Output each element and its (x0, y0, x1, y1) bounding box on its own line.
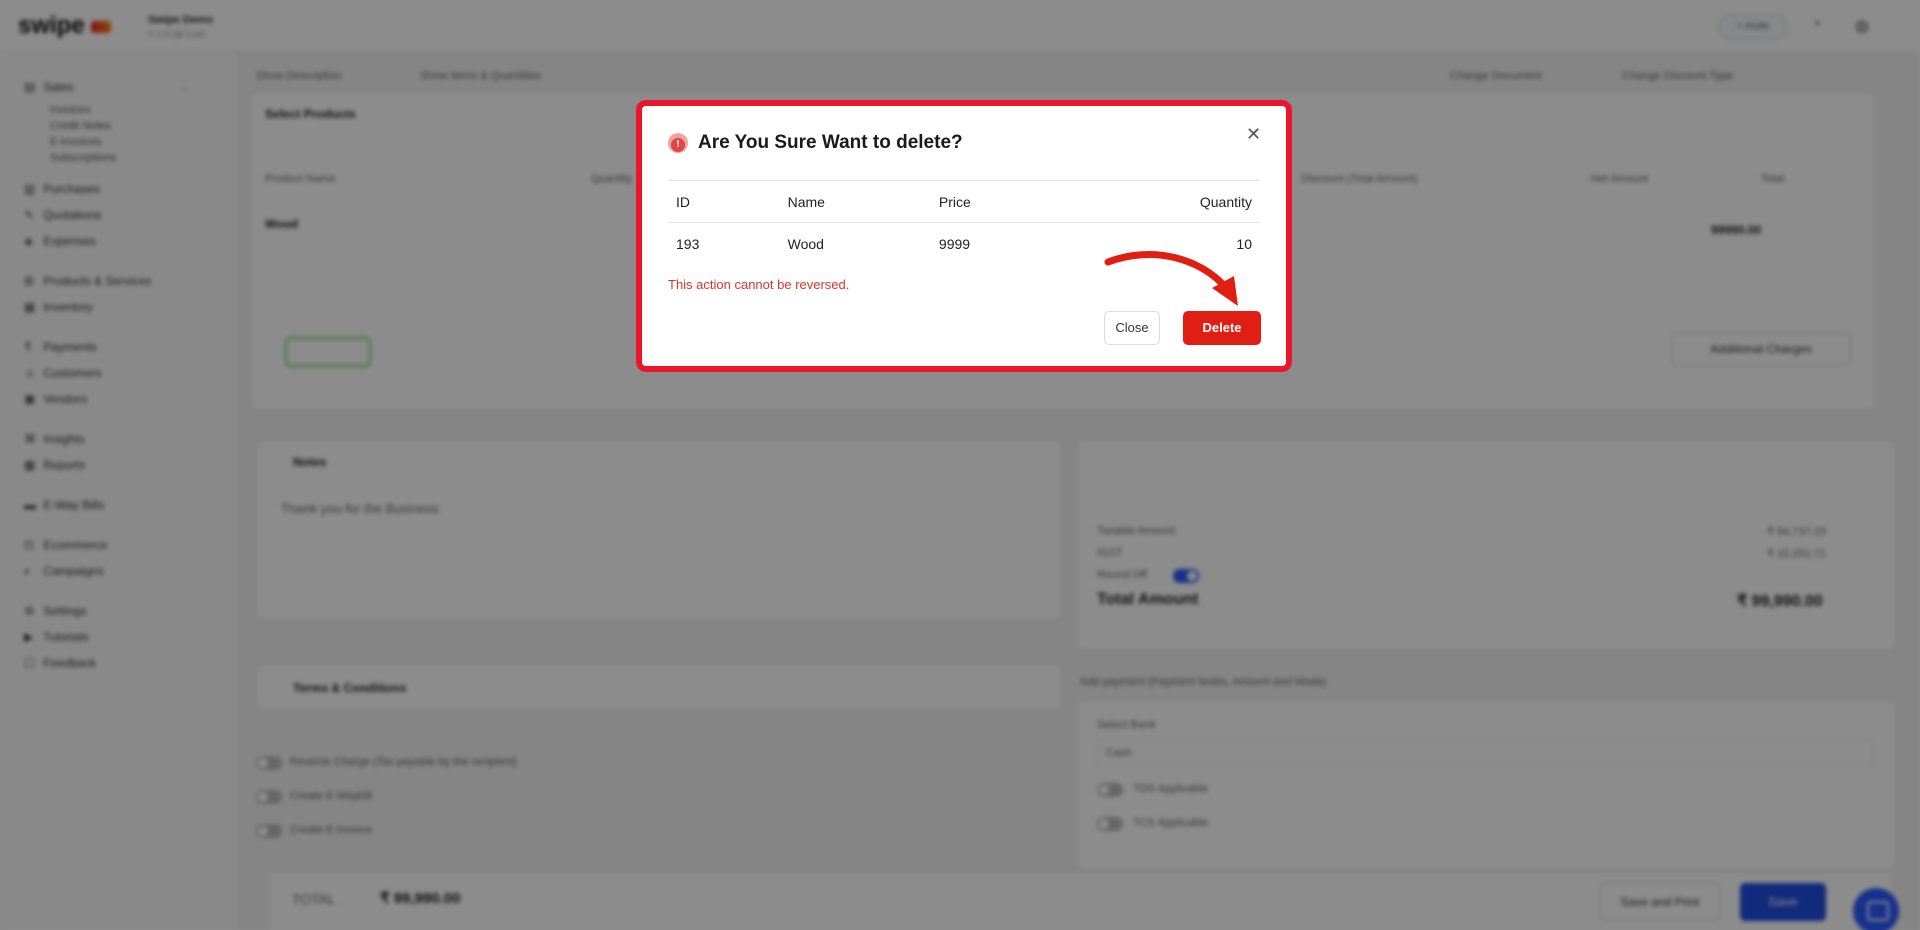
col-quantity: Quantity (1066, 180, 1260, 223)
col-name: Name (779, 180, 931, 223)
cell-name: Wood (787, 235, 824, 252)
cell-id: 193 (676, 235, 700, 252)
close-icon[interactable]: ✕ (1246, 124, 1261, 145)
highlight-frame: ! Are You Sure Want to delete? ✕ ID Name… (636, 100, 1292, 372)
delete-confirm-modal: ! Are You Sure Want to delete? ✕ ID Name… (642, 106, 1286, 366)
col-price: Price (930, 180, 1067, 223)
annotation-arrow-icon (1104, 251, 1238, 306)
cell-price: 9999 (938, 235, 971, 252)
irreversible-warning: This action cannot be reversed. (668, 277, 850, 292)
col-id: ID (668, 180, 780, 223)
warning-icon: ! (668, 133, 688, 153)
modal-title: Are You Sure Want to delete? (698, 132, 963, 153)
table-header-row: ID Name Price Quantity (668, 180, 1260, 223)
